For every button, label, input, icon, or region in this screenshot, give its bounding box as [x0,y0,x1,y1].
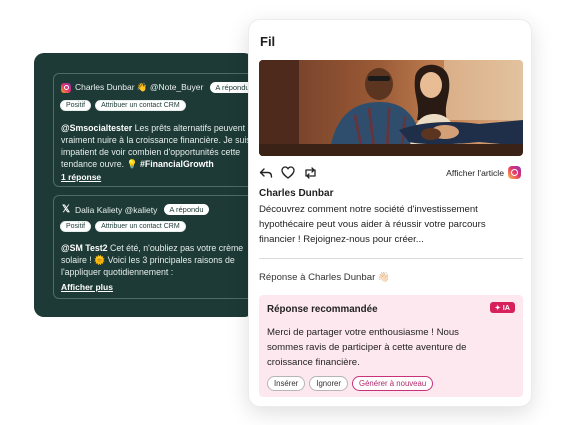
recommended-reply-box: Réponse recommandée ✦ IA Merci de partag… [259,295,523,397]
inbox-message[interactable]: Charles Dunbar 👋 @Note_Buyer A répondu P… [53,73,254,187]
message-line: vraiment nuire à la croissance financièr… [61,135,251,145]
show-more-link[interactable]: Afficher plus [61,282,113,292]
sentiment-tag[interactable]: Positif [60,100,92,111]
status-badge: A répondu [164,204,209,215]
regenerate-button[interactable]: Générer à nouveau [352,376,434,391]
page-title: Fil [260,34,276,49]
post-line: financier ! Rejoignez-nous pour créer... [259,234,424,245]
post-image[interactable] [259,60,523,156]
ai-badge: ✦ IA [489,302,515,313]
message-line: tendance ouvre. 💡 [61,159,140,169]
post-line: Découvrez comment notre société d'invest… [259,204,478,215]
view-article-label: Afficher l'article [446,167,504,178]
message-header: 𝕏 Dalia Kaliety @kaliety A répondu [61,204,209,215]
message-line: solaire ! 🌞 Voici les 3 principales rais… [61,255,235,265]
recommended-reply-actions: Insérer Ignorer Générer à nouveau [267,376,434,391]
hashtag[interactable]: #FinancialGrowth [140,159,214,169]
post-author: Charles Dunbar [259,188,334,199]
insert-button[interactable]: Insérer [267,376,306,391]
reply-line: Merci de partager votre enthousiasme ! N… [267,327,459,338]
feed-card: Fil Afficher l'article Charles Dunbar Dé… [248,19,532,407]
reply-line: croissance financière. [267,357,360,368]
sentiment-tag[interactable]: Positif [60,221,92,232]
message-line: Les prêts alternatifs peuvent [132,123,246,133]
message-line: l'appliquer quotidiennement : [61,267,174,277]
divider [259,258,523,259]
reply-line: sommes ravis de participer à cette avent… [267,342,467,353]
assign-crm-tag[interactable]: Attribuer un contact CRM [95,100,186,111]
mention: @SM Test2 [61,243,108,253]
reply-to-label: Réponse à Charles Dunbar 👋🏻 [259,272,390,283]
message-body: @SM Test2 Cet été, n'oubliez pas votre c… [61,242,254,278]
x-icon: 𝕏 [61,204,71,215]
recommended-reply-text: Merci de partager votre enthousiasme ! N… [267,325,519,370]
post-line: hypothécaire peut vous aider à réussir v… [259,219,486,230]
assign-crm-tag[interactable]: Attribuer un contact CRM [95,221,186,232]
replies-link[interactable]: 1 réponse [61,172,101,182]
recommended-reply-title: Réponse recommandée [267,304,378,315]
message-line: impatient de voir combien d'opportunités… [61,147,241,157]
post-actions [259,166,318,179]
message-author: Dalia Kaliety @kaliety [75,204,158,215]
like-heart-icon[interactable] [281,166,295,179]
instagram-icon [61,82,71,93]
view-article-link[interactable]: Afficher l'article [446,166,521,179]
message-line: Cet été, n'oubliez pas votre crème [107,243,244,253]
instagram-icon [508,166,521,179]
inbox-message[interactable]: 𝕏 Dalia Kaliety @kaliety A répondu Posit… [53,195,254,299]
ignore-button[interactable]: Ignorer [309,376,348,391]
message-author: Charles Dunbar 👋 @Note_Buyer [75,82,204,92]
mention: @Smsocialtester [61,123,133,133]
reply-icon[interactable] [259,167,273,179]
tag-row: Positif Attribuer un contact CRM [60,221,186,232]
post-text: Découvrez comment notre société d'invest… [259,202,521,247]
message-header: Charles Dunbar 👋 @Note_Buyer A répondu [61,82,254,93]
message-body: @Smsocialtester Les prêts alternatifs pe… [61,122,254,170]
retweet-icon[interactable] [303,166,318,179]
tag-row: Positif Attribuer un contact CRM [60,100,186,111]
social-inbox-panel: Charles Dunbar 👋 @Note_Buyer A répondu P… [34,53,254,317]
